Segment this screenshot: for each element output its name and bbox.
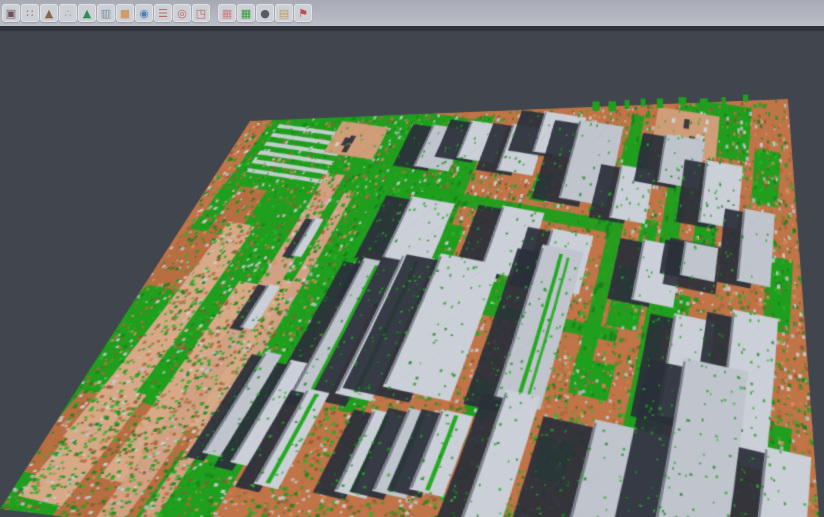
grid-icon[interactable]: ▦ xyxy=(218,4,236,22)
classification-icon[interactable]: ▦ xyxy=(237,4,255,22)
control-points-icon[interactable]: ∷ xyxy=(21,4,39,22)
viewport-3d[interactable] xyxy=(0,31,824,517)
terrain-icon[interactable]: ▲ xyxy=(40,4,58,22)
target-icon[interactable]: ◎ xyxy=(173,4,191,22)
mesh-surface-icon[interactable]: ▲ xyxy=(78,4,96,22)
sphere-icon[interactable]: ● xyxy=(256,4,274,22)
application-window: ▣∷▲∴▲▥■◉☰◎◳▦▦●▤⚑ xyxy=(0,0,824,517)
point-cloud-scene-canvas[interactable] xyxy=(0,31,824,517)
point-cloud-icon[interactable]: ∴ xyxy=(59,4,77,22)
camera-icon[interactable]: ▣ xyxy=(2,4,20,22)
flag-icon[interactable]: ⚑ xyxy=(294,4,312,22)
geo-globe-icon[interactable]: ◉ xyxy=(135,4,153,22)
toolbar-group-separator xyxy=(211,4,218,22)
crop-region-icon[interactable]: ◳ xyxy=(192,4,210,22)
layers-icon[interactable]: ☰ xyxy=(154,4,172,22)
orthophoto-icon[interactable]: ■ xyxy=(116,4,134,22)
toolbar: ▣∷▲∴▲▥■◉☰◎◳▦▦●▤⚑ xyxy=(0,0,824,26)
measure-box-icon[interactable]: ▤ xyxy=(275,4,293,22)
texture-icon[interactable]: ▥ xyxy=(97,4,115,22)
